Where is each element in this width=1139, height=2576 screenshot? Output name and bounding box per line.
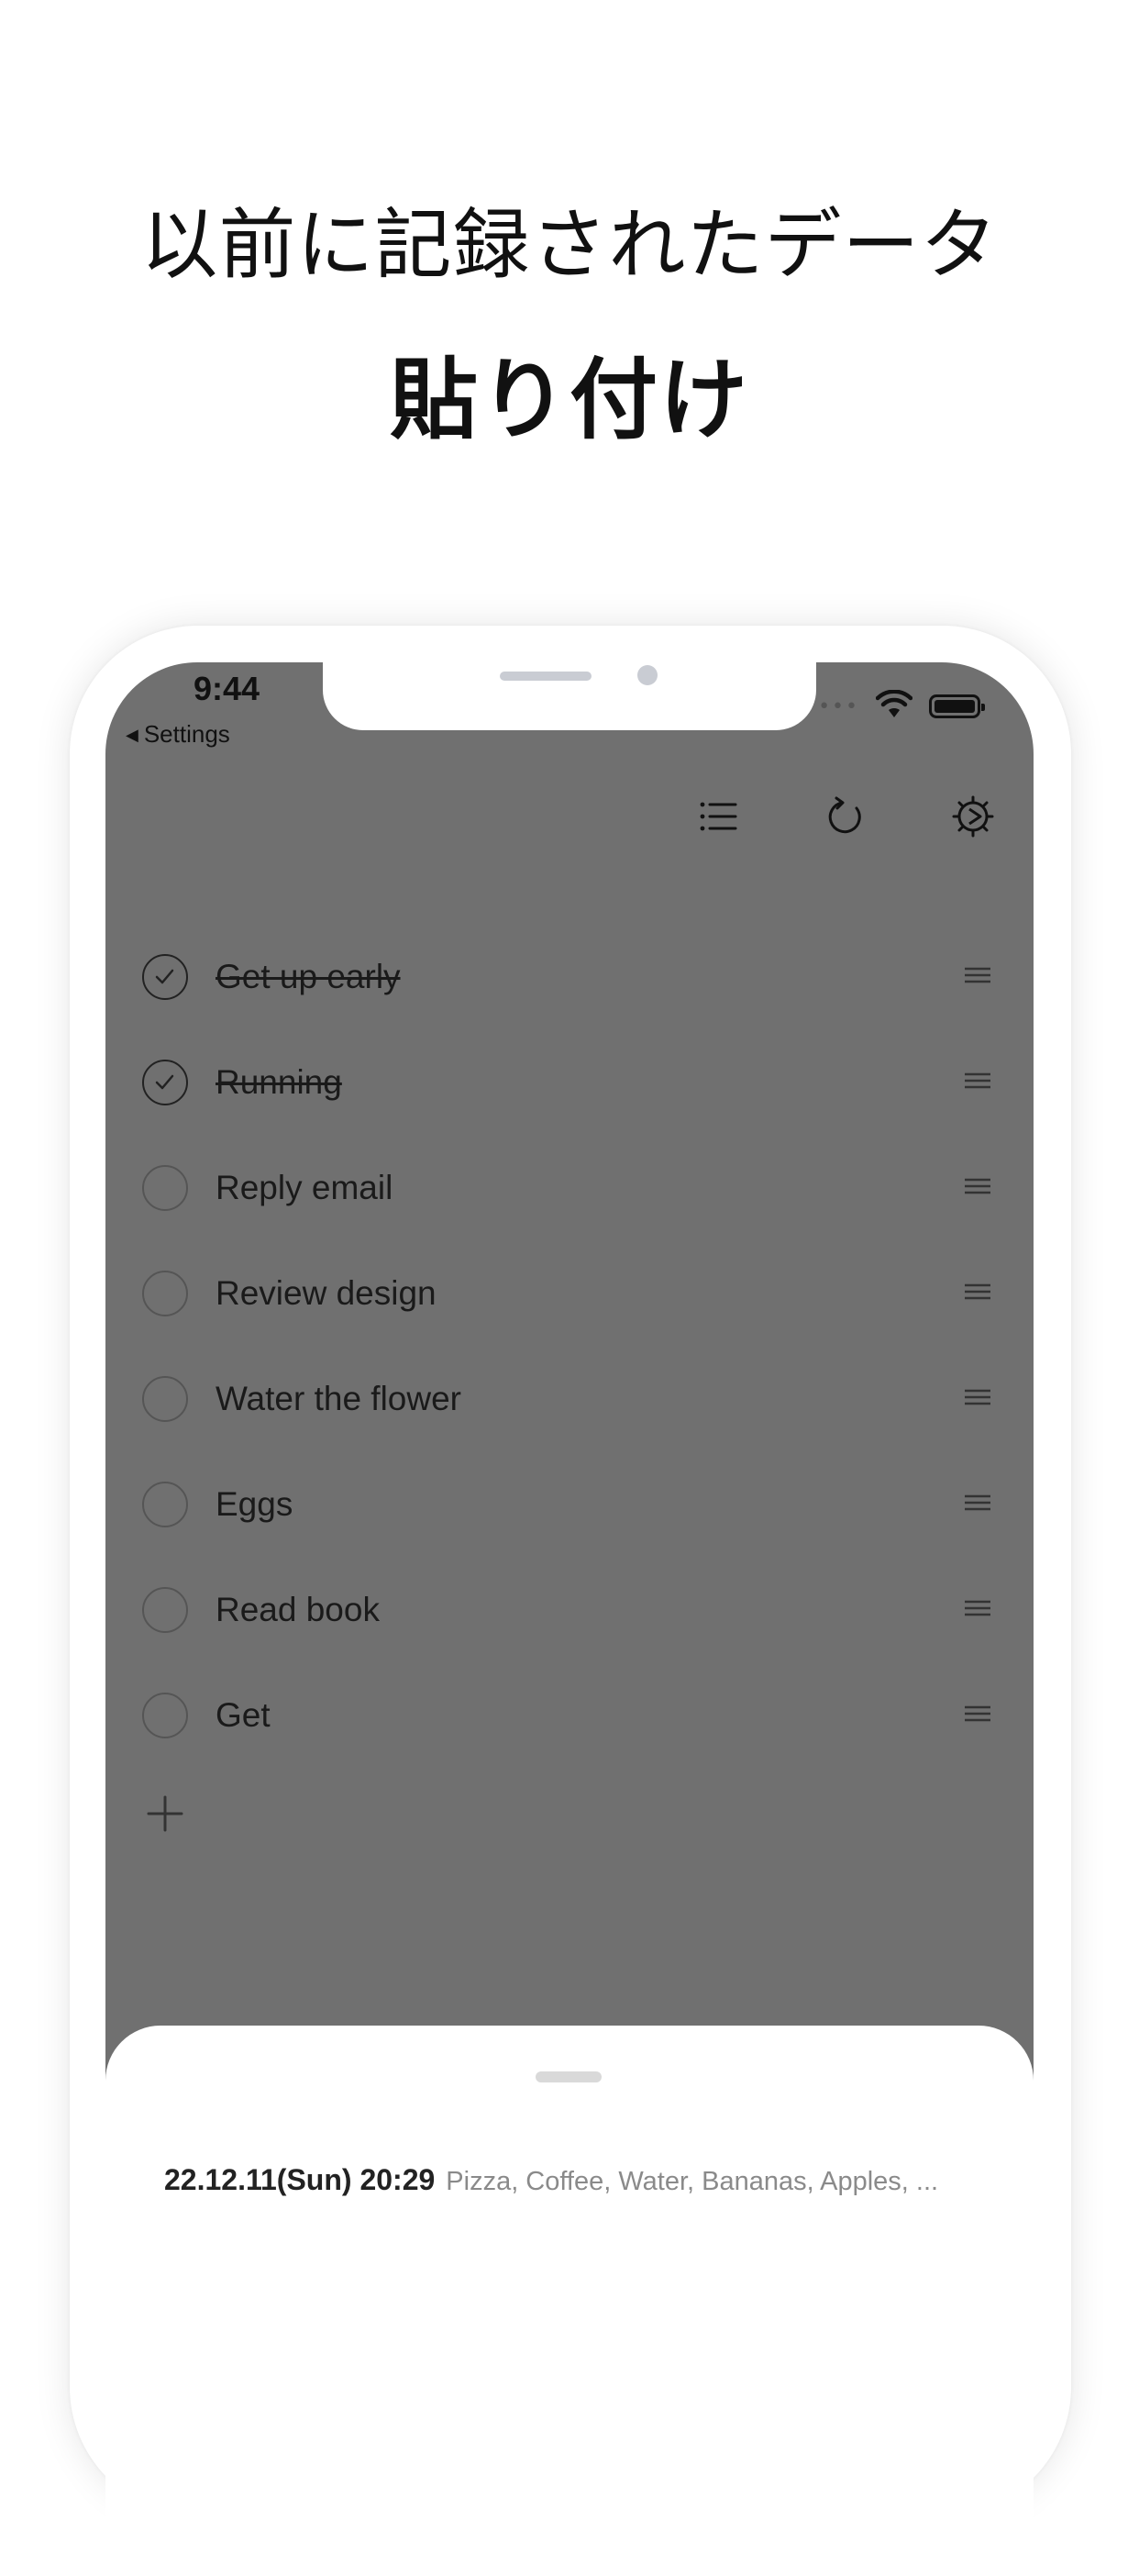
unchecked-circle-icon[interactable]: [142, 1165, 188, 1211]
todo-item[interactable]: Reply email: [105, 1156, 1034, 1261]
history-entry-row[interactable]: 22.12.11(Sun) 20:29 Pizza, Coffee, Water,…: [164, 2163, 938, 2197]
settings-gear-icon[interactable]: [951, 794, 995, 838]
back-link-label: Settings: [143, 720, 230, 748]
drag-handle-icon[interactable]: [963, 1704, 992, 1724]
list-icon[interactable]: [696, 794, 740, 838]
drag-handle-icon[interactable]: [963, 1282, 992, 1302]
todo-item[interactable]: Read book: [105, 1578, 1034, 1683]
todo-list: Get up early Running Reply email Review …: [105, 945, 1034, 1789]
headline-subtitle: 貼り付け: [390, 349, 749, 451]
todo-label: Get: [216, 1696, 271, 1734]
wifi-icon: [875, 689, 913, 723]
unchecked-circle-icon[interactable]: [142, 1693, 188, 1738]
back-to-settings-link[interactable]: ◀ Settings: [126, 720, 230, 749]
history-entry-items: Pizza, Coffee, Water, Bananas, Apples, .…: [446, 2167, 939, 2196]
checked-circle-icon[interactable]: [142, 954, 188, 1000]
signal-dots-icon: •••: [818, 694, 859, 718]
todo-item[interactable]: Running: [105, 1050, 1034, 1156]
headline-title: 以前に記録されたデータ: [140, 200, 999, 290]
todo-item[interactable]: Water the flower: [105, 1367, 1034, 1472]
sheet-grabber-handle[interactable]: [536, 2071, 602, 2082]
history-entry-date: 22.12.11(Sun) 20:29: [164, 2163, 436, 2196]
battery-icon: [929, 694, 985, 718]
todo-label: Get up early: [216, 958, 401, 995]
unchecked-circle-icon[interactable]: [142, 1482, 188, 1527]
drag-handle-icon[interactable]: [963, 1176, 992, 1196]
todo-item[interactable]: Get: [105, 1683, 1034, 1789]
drag-handle-icon[interactable]: [963, 1598, 992, 1618]
phone-notch: [323, 662, 816, 730]
history-bottom-sheet: 22.12.11(Sun) 20:29 Pizza, Coffee, Water,…: [105, 2026, 1034, 2576]
drag-handle-icon[interactable]: [963, 1387, 992, 1407]
todo-label: Running: [216, 1063, 342, 1101]
todo-label: Water the flower: [216, 1380, 461, 1417]
refresh-icon[interactable]: [824, 794, 868, 838]
todo-label: Read book: [216, 1591, 380, 1628]
back-triangle-icon: ◀: [126, 726, 138, 744]
camera-dot: [637, 665, 658, 685]
phone-frame: 9:44 ◀ Settings ••• Get up early Running…: [70, 626, 1071, 2576]
todo-item[interactable]: Eggs: [105, 1472, 1034, 1578]
add-todo-plus-icon[interactable]: [146, 1794, 184, 1833]
todo-item[interactable]: Review design: [105, 1261, 1034, 1367]
drag-handle-icon[interactable]: [963, 965, 992, 985]
drag-handle-icon[interactable]: [963, 1493, 992, 1513]
drag-handle-icon[interactable]: [963, 1071, 992, 1091]
checked-circle-icon[interactable]: [142, 1060, 188, 1105]
todo-item[interactable]: Get up early: [105, 945, 1034, 1050]
todo-label: Reply email: [216, 1169, 393, 1206]
todo-label: Eggs: [216, 1485, 293, 1523]
unchecked-circle-icon[interactable]: [142, 1587, 188, 1633]
speaker-grille: [500, 672, 592, 681]
status-time: 9:44: [194, 670, 260, 707]
unchecked-circle-icon[interactable]: [142, 1271, 188, 1316]
unchecked-circle-icon[interactable]: [142, 1376, 188, 1422]
todo-label: Review design: [216, 1274, 437, 1312]
status-indicators: •••: [818, 688, 985, 725]
